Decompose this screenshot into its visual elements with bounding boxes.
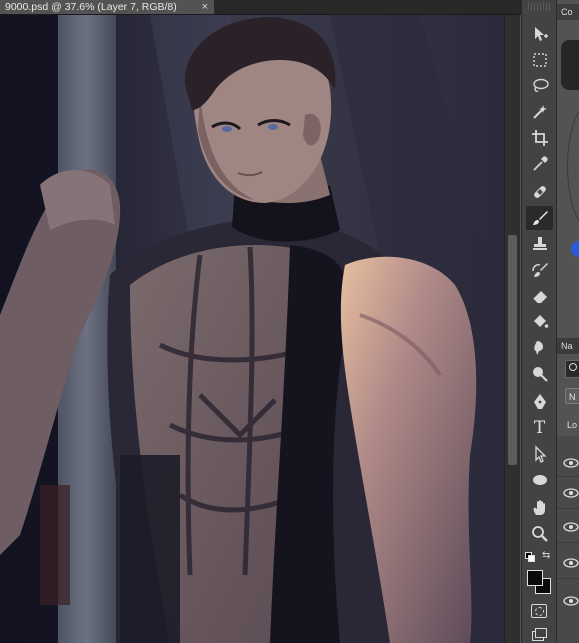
smudge-tool[interactable] [526, 336, 553, 360]
quick-mask-icon [535, 607, 544, 616]
eyedropper-tool[interactable] [526, 152, 553, 176]
marquee-tool[interactable] [526, 48, 553, 72]
foreground-color-swatch[interactable] [527, 570, 543, 586]
hand-icon [533, 500, 545, 515]
paint-bucket-icon [533, 315, 548, 328]
smudge-icon [533, 341, 543, 355]
history-brush-tool[interactable] [526, 258, 553, 282]
screen-mode-button[interactable] [532, 628, 547, 641]
artwork-image [0, 15, 504, 643]
document-tab-bar: 9000.psd @ 37.6% (Layer 7, RGB/8) × [0, 0, 521, 15]
type-icon: T [533, 418, 546, 438]
path-selection-tool[interactable] [526, 442, 553, 466]
move-tool[interactable] [526, 22, 553, 46]
visibility-eye-icon[interactable] [563, 522, 579, 532]
color-panel-title: Co [561, 7, 573, 17]
canvas[interactable] [0, 15, 504, 643]
color-panel-tab[interactable]: Co [557, 4, 579, 20]
stamp-icon [532, 237, 547, 250]
brush-icon [532, 211, 548, 225]
clone-stamp-tool[interactable] [526, 232, 553, 256]
visibility-eye-icon[interactable] [563, 558, 579, 568]
lasso-tool[interactable] [526, 74, 553, 98]
document-tab[interactable]: 9000.psd @ 37.6% (Layer 7, RGB/8) × [0, 0, 214, 14]
layer-search-field[interactable] [565, 360, 579, 378]
blend-mode-value: N [569, 392, 576, 402]
tools-panel: T ⇆ [521, 0, 557, 643]
quick-mask-button[interactable] [531, 604, 547, 618]
ellipse-icon [532, 475, 547, 485]
color-picker-area[interactable] [561, 40, 579, 90]
crop-icon [531, 130, 548, 146]
layer-row-divider [557, 476, 579, 477]
brush-tool[interactable] [526, 206, 553, 230]
right-panels: Co Na N Lo [557, 0, 579, 643]
dodge-icon [532, 367, 548, 382]
crop-tool[interactable] [526, 126, 553, 150]
layer-row-divider [557, 542, 579, 543]
canvas-vertical-scrollbar[interactable] [504, 15, 520, 643]
paint-bucket-tool[interactable] [526, 310, 553, 334]
dodge-tool[interactable] [526, 362, 553, 386]
toolbar-grip[interactable] [528, 3, 550, 11]
magic-wand-tool[interactable] [526, 100, 553, 124]
layers-list[interactable] [557, 436, 579, 643]
navigator-panel-tab[interactable]: Na [557, 338, 579, 354]
visibility-eye-icon[interactable] [563, 596, 579, 606]
marquee-icon [532, 53, 547, 67]
eraser-tool[interactable] [526, 284, 553, 308]
scrollbar-thumb[interactable] [508, 235, 517, 465]
eyedropper-icon [532, 156, 548, 171]
type-tool[interactable]: T [526, 416, 553, 440]
hand-tool[interactable] [526, 496, 553, 520]
visibility-eye-icon[interactable] [563, 488, 579, 498]
zoom-icon [531, 526, 548, 542]
swap-colors-icon[interactable]: ⇆ [542, 550, 550, 561]
layer-row-divider [557, 508, 579, 509]
search-icon [569, 363, 577, 371]
history-brush-icon [531, 263, 548, 277]
hue-indicator-icon[interactable] [571, 241, 579, 257]
blend-mode-select[interactable]: N [565, 388, 579, 404]
ellipse-tool[interactable] [526, 468, 553, 492]
navigator-panel-title: Na [561, 341, 573, 351]
zoom-tool[interactable] [526, 522, 553, 546]
eraser-icon [532, 291, 547, 304]
lock-label: Lo [567, 420, 578, 430]
healing-brush-tool[interactable] [526, 180, 553, 204]
magic-wand-icon [532, 105, 547, 119]
move-icon [534, 27, 548, 41]
document-tab-title: 9000.psd @ 37.6% (Layer 7, RGB/8) [5, 1, 177, 13]
arrow-icon [534, 445, 547, 463]
layer-row-divider [557, 578, 579, 579]
lasso-icon [532, 78, 549, 92]
pen-tool[interactable] [526, 390, 553, 414]
visibility-eye-icon[interactable] [563, 458, 579, 468]
close-tab-icon[interactable]: × [202, 0, 208, 14]
color-wheel-ring [567, 100, 579, 232]
default-colors-icon[interactable] [525, 552, 535, 562]
pen-icon [533, 394, 546, 409]
bandage-icon [533, 186, 546, 198]
